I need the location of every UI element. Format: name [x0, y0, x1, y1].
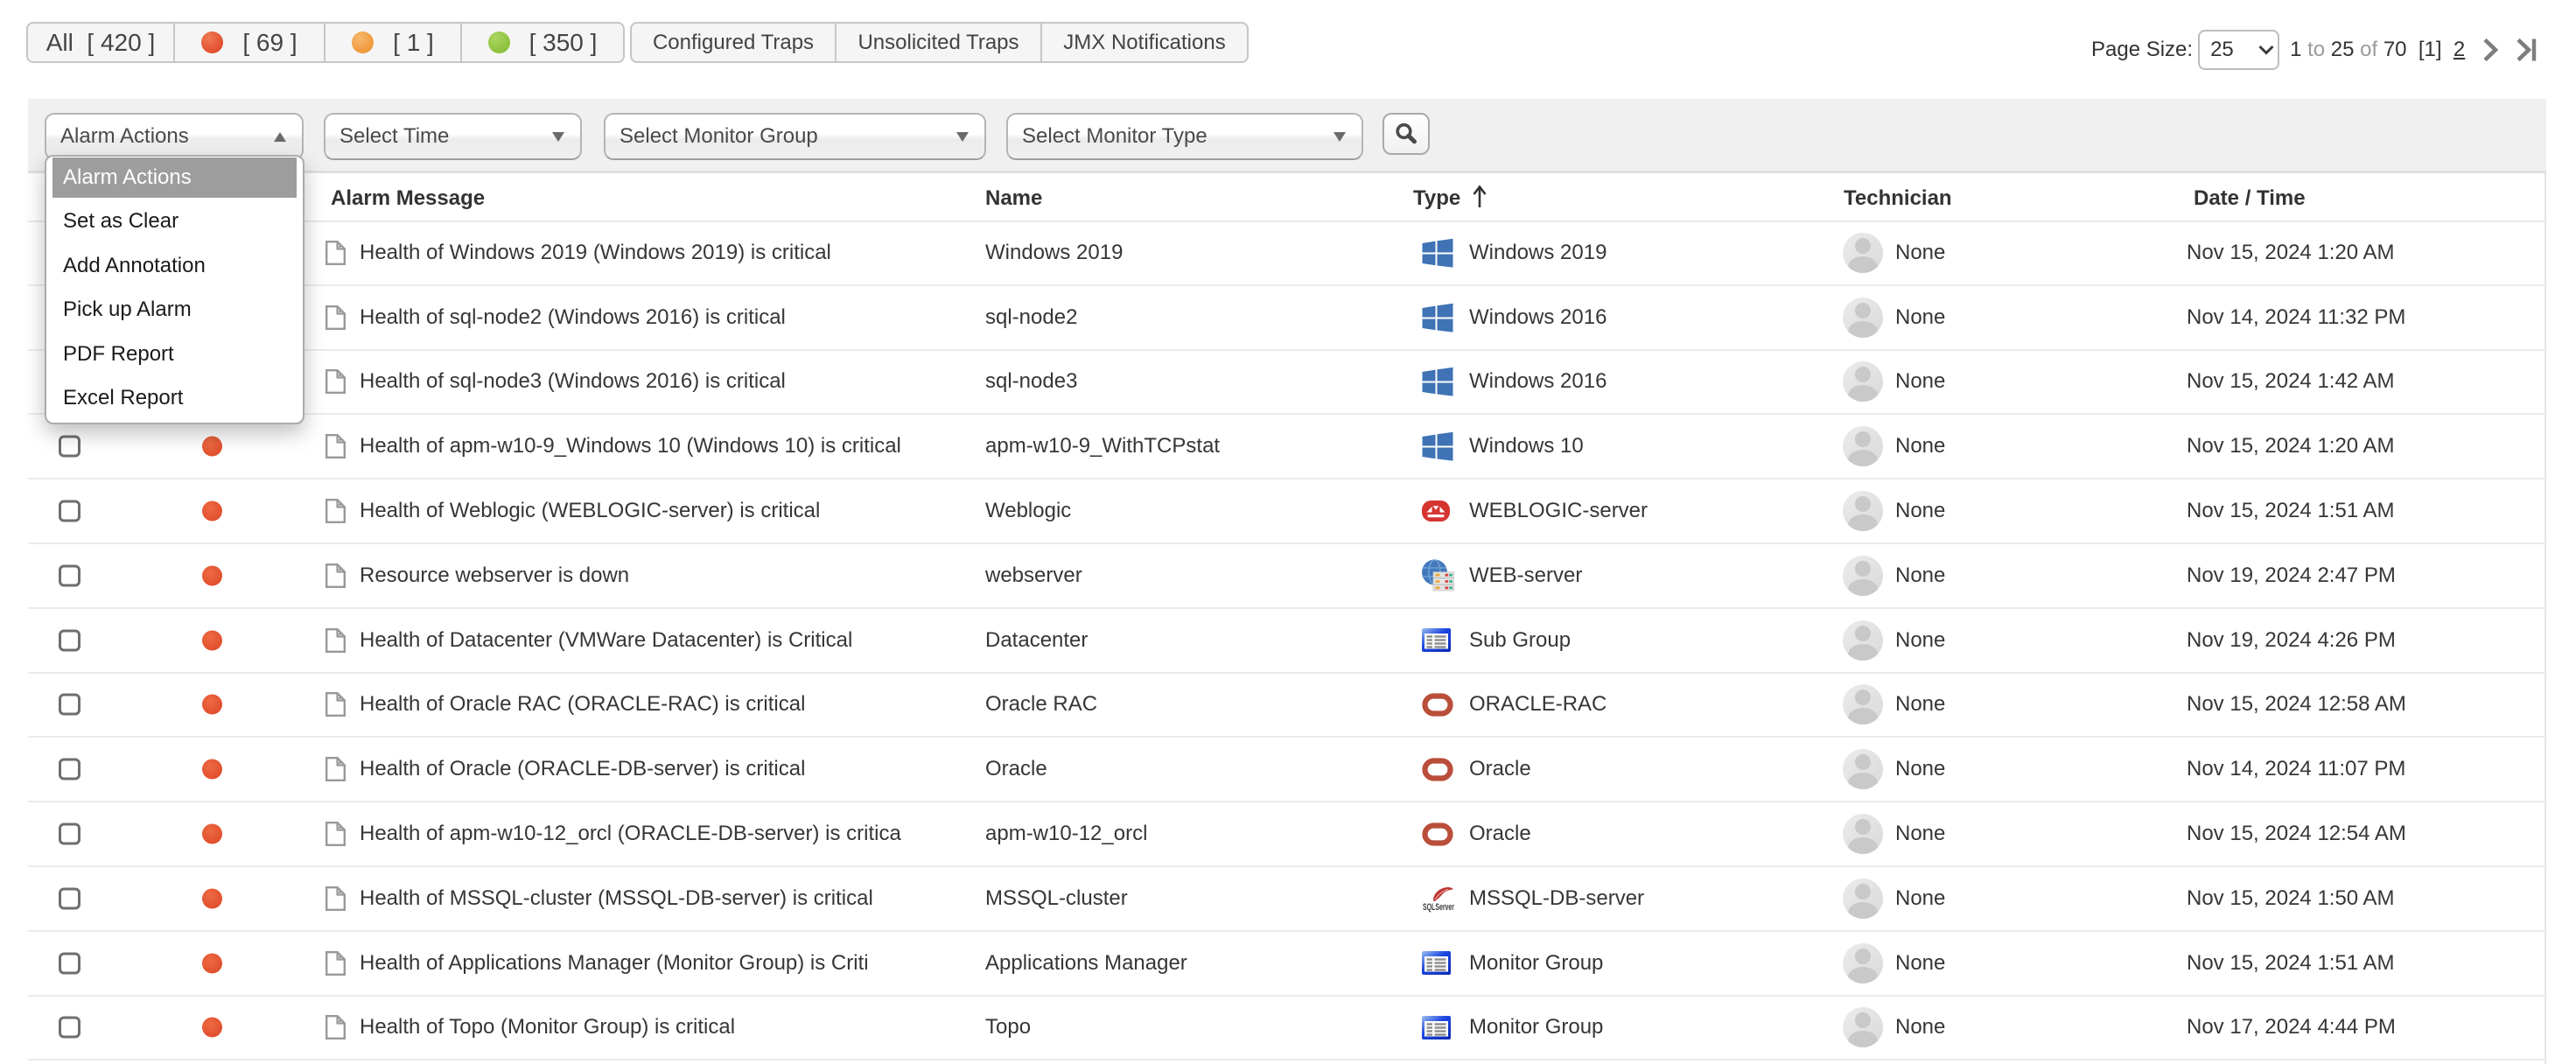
svg-text:SQLServer: SQLServer [1423, 902, 1454, 913]
